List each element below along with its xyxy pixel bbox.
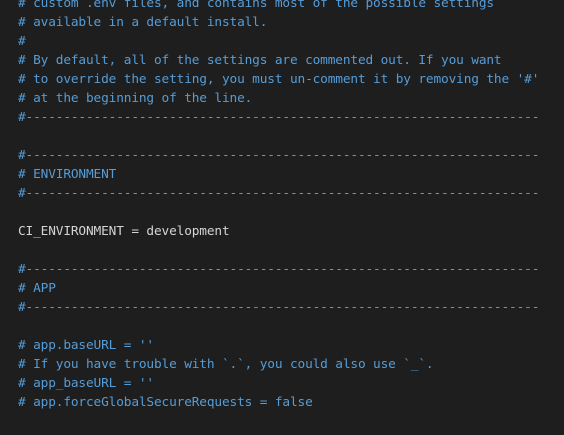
comment-line[interactable]: # APP bbox=[18, 279, 539, 298]
comment-line[interactable]: # By default, all of the settings are co… bbox=[18, 51, 539, 70]
comment-line[interactable]: #---------------------------------------… bbox=[18, 260, 539, 279]
comment-line[interactable]: # app_baseURL = '' bbox=[18, 374, 539, 393]
comment-line[interactable]: # at the beginning of the line. bbox=[18, 89, 539, 108]
code-lines: # custom .env files, and contains most o… bbox=[18, 0, 539, 412]
comment-line[interactable]: # available in a default install. bbox=[18, 13, 539, 32]
blank-line[interactable] bbox=[18, 203, 539, 222]
comment-line[interactable]: # custom .env files, and contains most o… bbox=[18, 0, 539, 13]
comment-line[interactable]: # bbox=[18, 32, 539, 51]
comment-line[interactable]: # app.baseURL = '' bbox=[18, 336, 539, 355]
comment-line[interactable]: # app.forceGlobalSecureRequests = false bbox=[18, 393, 539, 412]
blank-line[interactable] bbox=[18, 127, 539, 146]
blank-line[interactable] bbox=[18, 317, 539, 336]
comment-line[interactable]: #---------------------------------------… bbox=[18, 184, 539, 203]
blank-line[interactable] bbox=[18, 241, 539, 260]
comment-line[interactable]: #---------------------------------------… bbox=[18, 146, 539, 165]
env-setting-line[interactable]: CI_ENVIRONMENT = development bbox=[18, 222, 539, 241]
comment-line[interactable]: # If you have trouble with `.`, you coul… bbox=[18, 355, 539, 374]
comment-line[interactable]: #---------------------------------------… bbox=[18, 108, 539, 127]
comment-line[interactable]: # ENVIRONMENT bbox=[18, 165, 539, 184]
comment-line[interactable]: #---------------------------------------… bbox=[18, 298, 539, 317]
comment-line[interactable]: # to override the setting, you must un-c… bbox=[18, 70, 539, 89]
code-editor[interactable]: # custom .env files, and contains most o… bbox=[0, 0, 564, 435]
